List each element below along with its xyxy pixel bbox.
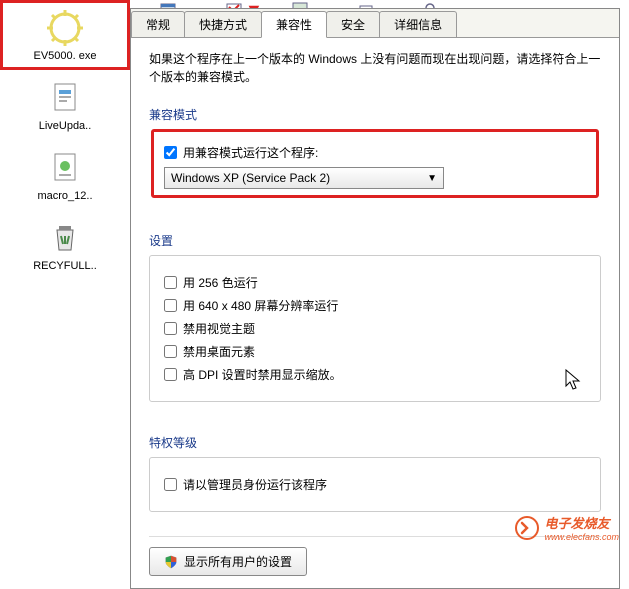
cursor-icon	[564, 368, 584, 398]
tab-details[interactable]: 详细信息	[379, 11, 457, 37]
setting-label: 高 DPI 设置时禁用显示缩放。	[183, 366, 342, 383]
desktop-icon-label: EV5000. exe	[34, 50, 97, 62]
settings-box: 用 256 色运行 用 640 x 480 屏幕分辨率运行 禁用视觉主题 禁用桌…	[149, 255, 601, 402]
watermark-url: www.elecfans.com	[544, 532, 619, 542]
setting-label: 禁用桌面元素	[183, 343, 255, 360]
privilege-row: 请以管理员身份运行该程序	[164, 476, 586, 493]
compat-mode-title: 兼容模式	[149, 106, 601, 123]
desktop-area: EV5000. exe LiveUpda.. macro_12.. RECYFU…	[0, 0, 130, 548]
shield-icon	[164, 555, 178, 569]
settings-fieldset: 设置 用 256 色运行 用 640 x 480 屏幕分辨率运行 禁用视觉主题 …	[149, 224, 601, 414]
setting-row: 高 DPI 设置时禁用显示缩放。	[164, 366, 586, 383]
watermark: 电子发烧友 www.elecfans.com	[514, 513, 619, 542]
compat-mode-dropdown-value: Windows XP (Service Pack 2)	[171, 171, 330, 185]
show-all-users-label: 显示所有用户的设置	[184, 553, 292, 570]
setting-checkbox-visual-themes[interactable]	[164, 322, 177, 335]
setting-checkbox-high-dpi[interactable]	[164, 368, 177, 381]
compat-mode-checkbox-row: 用兼容模式运行这个程序:	[164, 144, 586, 161]
tab-shortcut[interactable]: 快捷方式	[184, 11, 262, 37]
privilege-box: 请以管理员身份运行该程序	[149, 457, 601, 512]
chevron-down-icon: ▼	[427, 173, 437, 184]
desktop-icon-recyfull[interactable]: RECYFULL..	[0, 210, 130, 280]
setting-checkbox-640x480[interactable]	[164, 299, 177, 312]
tab-general[interactable]: 常规	[131, 11, 185, 37]
recycle-bin-icon	[45, 218, 85, 258]
setting-label: 用 256 色运行	[183, 274, 258, 291]
dialog-body: 如果这个程序在上一个版本的 Windows 上没有问题而现在出现问题，请选择符合…	[131, 38, 619, 588]
setting-label: 用 640 x 480 屏幕分辨率运行	[183, 297, 338, 314]
desktop-icon-ev5000[interactable]: EV5000. exe	[0, 0, 130, 70]
file-icon	[45, 78, 85, 118]
setting-checkbox-256color[interactable]	[164, 276, 177, 289]
setting-row: 用 640 x 480 屏幕分辨率运行	[164, 297, 586, 314]
compat-mode-checkbox-label: 用兼容模式运行这个程序:	[183, 144, 318, 161]
compat-mode-checkbox[interactable]	[164, 146, 177, 159]
watermark-text: 电子发烧友	[544, 513, 619, 532]
compat-mode-highlight: 用兼容模式运行这个程序: Windows XP (Service Pack 2)…	[151, 129, 599, 198]
desktop-icon-label: RECYFULL..	[33, 260, 97, 272]
tab-compatibility[interactable]: 兼容性	[261, 11, 327, 38]
settings-title: 设置	[149, 232, 601, 249]
intro-text: 如果这个程序在上一个版本的 Windows 上没有问题而现在出现问题，请选择符合…	[149, 50, 601, 86]
privilege-checkbox-admin[interactable]	[164, 478, 177, 491]
tabs-row: 常规 快捷方式 兼容性 安全 详细信息	[131, 9, 619, 38]
desktop-icon-macro[interactable]: macro_12..	[0, 140, 130, 210]
properties-dialog: 常规 快捷方式 兼容性 安全 详细信息 如果这个程序在上一个版本的 Window…	[130, 8, 620, 589]
desktop-icon-liveupda[interactable]: LiveUpda..	[0, 70, 130, 140]
privilege-title: 特权等级	[149, 434, 601, 451]
setting-row: 用 256 色运行	[164, 274, 586, 291]
desktop-icon-label: LiveUpda..	[39, 120, 92, 132]
setting-checkbox-desktop-composition[interactable]	[164, 345, 177, 358]
privilege-label: 请以管理员身份运行该程序	[183, 476, 327, 493]
privilege-fieldset: 特权等级 请以管理员身份运行该程序	[149, 426, 601, 524]
compat-mode-dropdown[interactable]: Windows XP (Service Pack 2) ▼	[164, 167, 444, 189]
setting-row: 禁用视觉主题	[164, 320, 586, 337]
compat-mode-fieldset: 兼容模式 用兼容模式运行这个程序: Windows XP (Service Pa…	[149, 98, 601, 212]
setting-label: 禁用视觉主题	[183, 320, 255, 337]
watermark-logo-icon	[514, 515, 540, 541]
watermark-text-wrap: 电子发烧友 www.elecfans.com	[544, 513, 619, 542]
file-icon	[45, 148, 85, 188]
desktop-icon-label: macro_12..	[37, 190, 92, 202]
show-all-users-button[interactable]: 显示所有用户的设置	[149, 547, 307, 576]
tab-security[interactable]: 安全	[326, 11, 380, 37]
setting-row: 禁用桌面元素	[164, 343, 586, 360]
gear-icon	[45, 8, 85, 48]
